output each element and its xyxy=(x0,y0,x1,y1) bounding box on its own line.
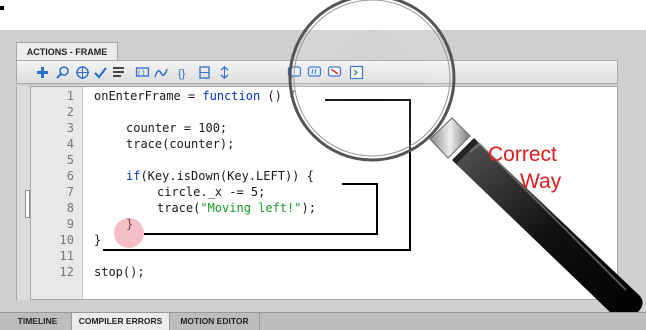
screenshot-stage: ACTIONS - FRAME ( ) {} 1 2 3 4 5 6 7 8 9… xyxy=(0,0,646,330)
annotation-correct: Correct xyxy=(488,143,557,166)
tab-compiler-errors[interactable]: COMPILER ERRORS xyxy=(72,313,170,330)
tab-timeline[interactable]: TIMELINE xyxy=(4,313,72,330)
bottom-tab-bar: TIMELINE COMPILER ERRORS MOTION EDITOR xyxy=(0,312,646,330)
annotation-way: Way xyxy=(520,170,562,193)
tab-motion-editor[interactable]: MOTION EDITOR xyxy=(170,313,260,330)
